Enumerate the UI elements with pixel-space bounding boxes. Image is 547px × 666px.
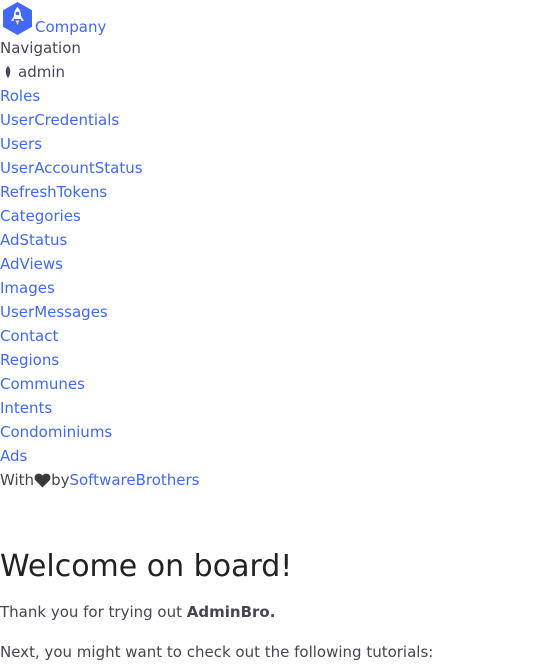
nav-item-regions[interactable]: Regions (0, 348, 547, 372)
brand[interactable]: Company (0, 0, 547, 36)
sidebar: Company Navigation admin Roles UserCrede… (0, 0, 547, 492)
thanks-text: Thank you for trying out (0, 603, 187, 621)
nav-item-user-account-status[interactable]: UserAccountStatus (0, 156, 547, 180)
leaf-icon (5, 66, 11, 78)
nav-item-refresh-tokens[interactable]: RefreshTokens (0, 180, 547, 204)
rocket-icon[interactable] (0, 1, 35, 36)
nav-item-communes[interactable]: Communes (0, 372, 547, 396)
nav-item-user-credentials[interactable]: UserCredentials (0, 108, 547, 132)
nav-item-ads[interactable]: Ads (0, 444, 547, 468)
nav-item-ad-status[interactable]: AdStatus (0, 228, 547, 252)
heart-icon (34, 473, 51, 487)
nav-group-admin[interactable]: admin (0, 60, 547, 84)
footer-with-text: With (0, 471, 35, 489)
nav-item-condominiums[interactable]: Condominiums (0, 420, 547, 444)
product-name: AdminBro. (186, 603, 276, 621)
nav-item-intents[interactable]: Intents (0, 396, 547, 420)
nav-item-images[interactable]: Images (0, 276, 547, 300)
nav-list: Roles UserCredentials Users UserAccountS… (0, 84, 547, 468)
thanks-paragraph: Thank you for trying out AdminBro. (0, 603, 275, 621)
footer-by-text: by (51, 471, 70, 489)
nav-item-ad-views[interactable]: AdViews (0, 252, 547, 276)
software-brothers-link[interactable]: SoftwareBrothers (69, 468, 199, 492)
next-tutorials-paragraph: Next, you might want to check out the fo… (0, 643, 434, 661)
nav-item-roles[interactable]: Roles (0, 84, 547, 108)
sidebar-footer: With by SoftwareBrothers (0, 468, 547, 492)
brand-name[interactable]: Company (35, 18, 106, 36)
nav-item-contact[interactable]: Contact (0, 324, 547, 348)
nav-group-label: admin (18, 63, 65, 81)
nav-item-categories[interactable]: Categories (0, 204, 547, 228)
navigation-heading: Navigation (0, 39, 81, 57)
welcome-title: Welcome on board! (0, 549, 293, 584)
nav-item-users[interactable]: Users (0, 132, 547, 156)
nav-item-user-messages[interactable]: UserMessages (0, 300, 547, 324)
